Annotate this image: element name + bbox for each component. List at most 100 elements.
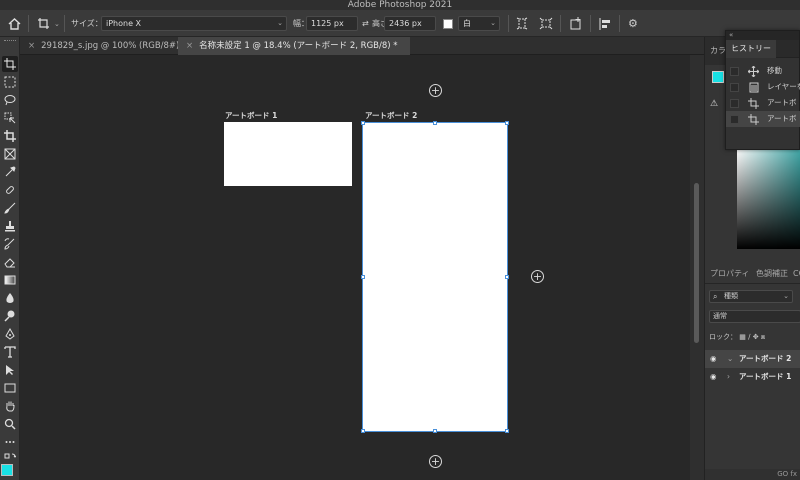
eye-icon[interactable]: ◉ xyxy=(710,368,717,386)
scrollbar-thumb[interactable] xyxy=(694,183,699,343)
transform-handle[interactable] xyxy=(361,429,365,433)
close-icon[interactable]: × xyxy=(28,41,35,51)
history-brush-source-checkbox[interactable] xyxy=(730,99,739,108)
home-icon[interactable] xyxy=(8,10,21,37)
history-brush-tool-icon[interactable] xyxy=(2,236,18,252)
brush-tool-icon[interactable] xyxy=(2,200,18,216)
dodge-tool-icon[interactable] xyxy=(2,308,18,324)
divider xyxy=(590,15,591,32)
lasso-tool-icon[interactable] xyxy=(2,92,18,108)
artboard-tool-icon[interactable] xyxy=(2,56,18,72)
transform-handle[interactable] xyxy=(505,121,509,125)
tab-properties[interactable]: プロパティ xyxy=(710,265,750,283)
history-brush-source-checkbox[interactable] xyxy=(730,67,739,76)
chevron-down-icon: ⌄ xyxy=(490,19,496,27)
zoom-tool-icon[interactable] xyxy=(2,416,18,432)
eyedropper-tool-icon[interactable] xyxy=(2,164,18,180)
toolbar-grip[interactable] xyxy=(4,40,16,43)
hand-tool-icon[interactable] xyxy=(2,398,18,414)
history-state[interactable]: 移動 xyxy=(726,63,800,79)
history-brush-source-checkbox[interactable] xyxy=(730,83,739,92)
lock-transparent-icon[interactable]: ▦ xyxy=(739,333,746,341)
move-icon xyxy=(748,66,759,77)
layer-icon xyxy=(748,82,759,93)
landscape-icon[interactable] xyxy=(539,10,553,37)
height-field[interactable]: 2436 px xyxy=(384,16,436,31)
tab-history[interactable]: ヒストリー xyxy=(726,40,776,58)
layer-row[interactable]: ◉ › アートボード 1 xyxy=(705,368,800,386)
history-state-label: アートボ xyxy=(767,114,797,123)
canvas-area[interactable]: + アートボード 1 アートボード 2 + + xyxy=(20,55,690,480)
history-panel: « ヒストリー 移動 レイヤーを アートボ アートボ xyxy=(725,30,800,150)
portrait-icon[interactable] xyxy=(516,10,528,37)
lock-brush-icon[interactable]: ∕ xyxy=(748,333,750,341)
close-icon[interactable]: × xyxy=(186,41,193,51)
history-panel-collapse[interactable]: « xyxy=(726,31,799,40)
fill-select[interactable]: 白 ⌄ xyxy=(458,16,500,31)
foreground-color-swatch[interactable] xyxy=(1,464,13,476)
layer-name: アートボード 2 xyxy=(739,354,792,363)
eraser-tool-icon[interactable] xyxy=(2,254,18,270)
add-artboard-right-icon[interactable]: + xyxy=(531,270,544,283)
tab-document-2[interactable]: × 名称未設定 1 @ 18.4% (アートボード 2, RGB/8) * xyxy=(178,37,410,55)
layer-filter-select[interactable]: ⌕ 種類 ⌄ xyxy=(709,290,793,303)
healing-brush-tool-icon[interactable] xyxy=(2,182,18,198)
tab-label: 名称未設定 1 @ 18.4% (アートボード 2, RGB/8) * xyxy=(199,41,398,51)
transform-handle[interactable] xyxy=(505,429,509,433)
blend-mode-select[interactable]: 通常 xyxy=(709,310,800,323)
artboard-1[interactable] xyxy=(224,122,352,186)
add-artboard-top-icon[interactable]: + xyxy=(429,84,442,97)
chevron-down-icon[interactable]: ⌄ xyxy=(727,350,733,368)
swap-icon[interactable]: ⇄ xyxy=(362,10,369,37)
artboard-2[interactable] xyxy=(362,122,508,432)
color-panel-foreground-swatch[interactable] xyxy=(712,71,724,83)
transform-handle[interactable] xyxy=(433,429,437,433)
crop-tool-icon[interactable] xyxy=(2,128,18,144)
history-state[interactable]: レイヤーを xyxy=(726,79,800,95)
tool-preset-chevron-icon[interactable]: ⌄ xyxy=(54,10,60,37)
size-select[interactable]: iPhone X ⌄ xyxy=(101,16,287,31)
transform-handle[interactable] xyxy=(361,275,365,279)
tab-adjustments[interactable]: 色調補正 xyxy=(756,265,788,283)
tab-color[interactable]: カラ xyxy=(710,45,726,56)
artboard-icon xyxy=(748,114,759,125)
gradient-tool-icon[interactable] xyxy=(2,272,18,288)
add-artboard-bottom-icon[interactable]: + xyxy=(429,455,442,468)
lock-artboard-icon[interactable]: ⧈ xyxy=(761,333,765,341)
marquee-tool-icon[interactable] xyxy=(2,74,18,90)
tools-panel xyxy=(0,37,20,480)
width-field[interactable]: 1125 px xyxy=(306,16,358,31)
layer-row[interactable]: ◉ ⌄ アートボード 2 xyxy=(705,350,800,368)
object-selection-tool-icon[interactable] xyxy=(2,110,18,126)
lock-move-icon[interactable]: ✥ xyxy=(753,333,759,341)
history-brush-source-checkbox[interactable] xyxy=(730,115,739,124)
layer-footer-icons[interactable]: GO fx xyxy=(777,470,797,478)
transform-handle[interactable] xyxy=(505,275,509,279)
vertical-scrollbar[interactable] xyxy=(690,55,704,480)
eye-icon[interactable]: ◉ xyxy=(710,350,717,368)
clone-stamp-tool-icon[interactable] xyxy=(2,218,18,234)
fill-select-value: 白 xyxy=(463,19,471,28)
tab-document-1[interactable]: × 291829_s.jpg @ 100% (RGB/8#) xyxy=(20,37,179,55)
rectangle-tool-icon[interactable] xyxy=(2,380,18,396)
blur-tool-icon[interactable] xyxy=(2,290,18,306)
history-state[interactable]: アートボ xyxy=(726,95,800,111)
frame-tool-icon[interactable] xyxy=(2,146,18,162)
add-artboard-icon[interactable] xyxy=(569,10,582,37)
history-state-current[interactable]: アートボ xyxy=(726,111,800,127)
chevron-right-icon[interactable]: › xyxy=(727,368,730,386)
artboard1-label[interactable]: アートボード 1 xyxy=(225,110,277,121)
artboard-tool-icon[interactable] xyxy=(37,10,51,37)
path-selection-tool-icon[interactable] xyxy=(2,362,18,378)
transform-handle[interactable] xyxy=(433,121,437,125)
fill-color-swatch[interactable] xyxy=(443,10,453,37)
more-tools-icon[interactable] xyxy=(2,434,18,450)
transform-handle[interactable] xyxy=(361,121,365,125)
align-left-icon[interactable] xyxy=(599,10,612,37)
artboard2-label[interactable]: アートボード 2 xyxy=(365,110,417,121)
pen-tool-icon[interactable] xyxy=(2,326,18,342)
type-tool-icon[interactable] xyxy=(2,344,18,360)
gear-icon[interactable]: ⚙ xyxy=(628,10,638,37)
color-picker-field[interactable] xyxy=(737,149,800,249)
tab-cc-libraries[interactable]: CC xyxy=(793,265,800,283)
